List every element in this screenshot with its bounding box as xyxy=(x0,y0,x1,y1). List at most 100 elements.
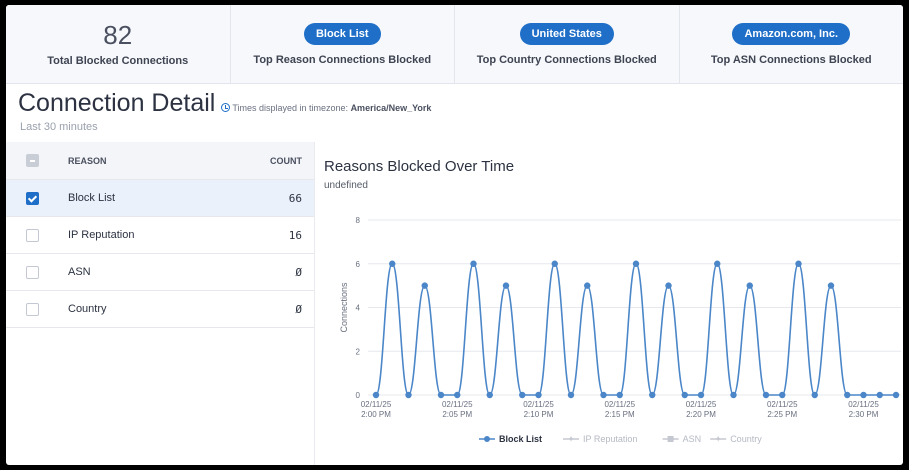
chart-subtitle: undefined xyxy=(324,180,368,191)
data-point xyxy=(519,391,526,399)
stat-top-asn: Amazon.com, Inc. Top ASN Connections Blo… xyxy=(680,5,904,83)
select-all-checkbox[interactable] xyxy=(25,154,39,167)
reason-column-header[interactable]: REASON xyxy=(58,156,232,166)
page-title: Connection Detail xyxy=(18,89,216,117)
total-blocked-count: 82 xyxy=(103,20,133,50)
count-cell: 16 xyxy=(288,228,302,242)
data-point xyxy=(616,391,623,399)
data-point xyxy=(649,391,656,399)
data-point xyxy=(860,391,867,399)
data-point xyxy=(730,391,737,399)
top-asn-label: Top ASN Connections Blocked xyxy=(710,53,872,66)
row-checkbox[interactable] xyxy=(25,228,39,242)
legend-item-label[interactable]: Block List xyxy=(499,434,542,444)
x-tick-date: 02/11/25 xyxy=(361,400,392,409)
table-row[interactable]: Country Ø xyxy=(6,291,314,328)
data-point xyxy=(421,282,428,289)
data-point xyxy=(470,260,477,267)
x-tick-time: 2:00 PM xyxy=(361,410,391,419)
data-point xyxy=(389,260,396,267)
row-checkbox[interactable] xyxy=(25,191,39,205)
data-point xyxy=(567,391,575,399)
top-asn-pill[interactable]: Amazon.com, Inc. xyxy=(732,22,851,45)
legend-item-label[interactable]: IP Reputation xyxy=(583,434,637,444)
data-point xyxy=(632,260,640,267)
clock-icon xyxy=(221,103,231,112)
legend-marker-star: ✦ xyxy=(714,434,722,444)
timezone-value: America/New_York xyxy=(350,103,432,113)
data-point xyxy=(795,260,802,267)
x-tick-time: 2:30 PM xyxy=(849,410,879,419)
count-cell: Ø xyxy=(295,302,302,316)
count-cell: 66 xyxy=(288,191,302,205)
x-tick-date: 02/11/25 xyxy=(523,400,554,409)
stat-top-reason: Block List Top Reason Connections Blocke… xyxy=(231,5,455,83)
y-tick-label: 8 xyxy=(356,216,361,225)
x-tick-time: 2:20 PM xyxy=(686,410,716,419)
reason-cell: Country xyxy=(68,303,107,315)
x-tick-date: 02/11/25 xyxy=(604,400,635,409)
total-blocked-label: Total Blocked Connections xyxy=(47,55,189,67)
count-cell: Ø xyxy=(295,265,302,279)
table-row[interactable]: Block List 66 xyxy=(6,180,314,217)
legend-marker-circle xyxy=(484,436,490,442)
data-point xyxy=(876,391,883,399)
series-line-block-list xyxy=(375,262,896,396)
y-tick-label: 2 xyxy=(356,347,361,356)
data-point xyxy=(405,391,412,399)
y-tick-label: 6 xyxy=(356,260,361,269)
top-country-pill[interactable]: United States xyxy=(519,22,614,45)
stat-total-blocked: 82 Total Blocked Connections xyxy=(6,5,231,83)
reason-cell: IP Reputation xyxy=(68,229,135,241)
x-tick-time: 2:25 PM xyxy=(767,410,797,419)
time-range: Last 30 minutes xyxy=(20,121,98,133)
data-point xyxy=(697,391,705,399)
data-point xyxy=(892,391,900,399)
detail-header: Connection Detail Times displayed in tim… xyxy=(18,89,431,118)
legend-item-label[interactable]: Country xyxy=(730,434,762,444)
y-tick-label: 4 xyxy=(356,304,361,313)
data-point xyxy=(779,391,786,399)
data-point xyxy=(681,391,688,399)
stats-bar: 82 Total Blocked Connections Block List … xyxy=(6,5,903,84)
timezone-note: Times displayed in timezone: America/New… xyxy=(221,103,431,113)
x-tick-date: 02/11/25 xyxy=(442,400,473,409)
legend-marker-star: ✦ xyxy=(567,434,575,444)
data-point xyxy=(535,391,542,399)
x-tick-date: 02/11/25 xyxy=(686,400,717,409)
top-reason-pill[interactable]: Block List xyxy=(303,22,381,45)
table-header: REASON COUNT xyxy=(6,142,314,180)
legend-marker-square xyxy=(667,436,674,442)
data-point xyxy=(600,391,607,399)
timezone-prefix: Times displayed in timezone: xyxy=(232,103,351,113)
x-tick-date: 02/11/25 xyxy=(767,400,798,409)
row-checkbox[interactable] xyxy=(25,265,39,279)
data-point xyxy=(437,391,445,399)
data-point xyxy=(827,282,835,289)
data-point xyxy=(454,391,461,399)
data-point xyxy=(714,260,721,267)
data-point xyxy=(844,391,851,399)
count-column-header[interactable]: COUNT xyxy=(232,156,314,166)
y-axis-label: Connections xyxy=(339,282,349,333)
top-country-label: Top Country Connections Blocked xyxy=(476,53,657,66)
y-tick-label: 0 xyxy=(356,391,361,400)
x-tick-time: 2:15 PM xyxy=(605,410,635,419)
data-point xyxy=(502,282,510,289)
reasons-table: REASON COUNT Block List 66 IP Reputation… xyxy=(6,142,315,465)
data-point xyxy=(486,391,493,399)
data-point xyxy=(762,391,770,399)
data-point xyxy=(811,391,818,399)
table-row[interactable]: IP Reputation 16 xyxy=(6,217,314,254)
data-point xyxy=(665,282,672,289)
table-row[interactable]: ASN Ø xyxy=(6,254,314,291)
x-tick-time: 2:05 PM xyxy=(442,410,472,419)
row-checkbox[interactable] xyxy=(25,302,39,316)
data-point xyxy=(551,260,558,267)
x-tick-time: 2:10 PM xyxy=(524,410,554,419)
top-reason-label: Top Reason Connections Blocked xyxy=(253,53,432,66)
reasons-line-chart: 02468Connections02/11/252:00 PM02/11/252… xyxy=(339,216,901,444)
legend-item-label[interactable]: ASN xyxy=(683,434,702,444)
x-tick-date: 02/11/25 xyxy=(848,400,879,409)
data-point xyxy=(584,282,591,289)
